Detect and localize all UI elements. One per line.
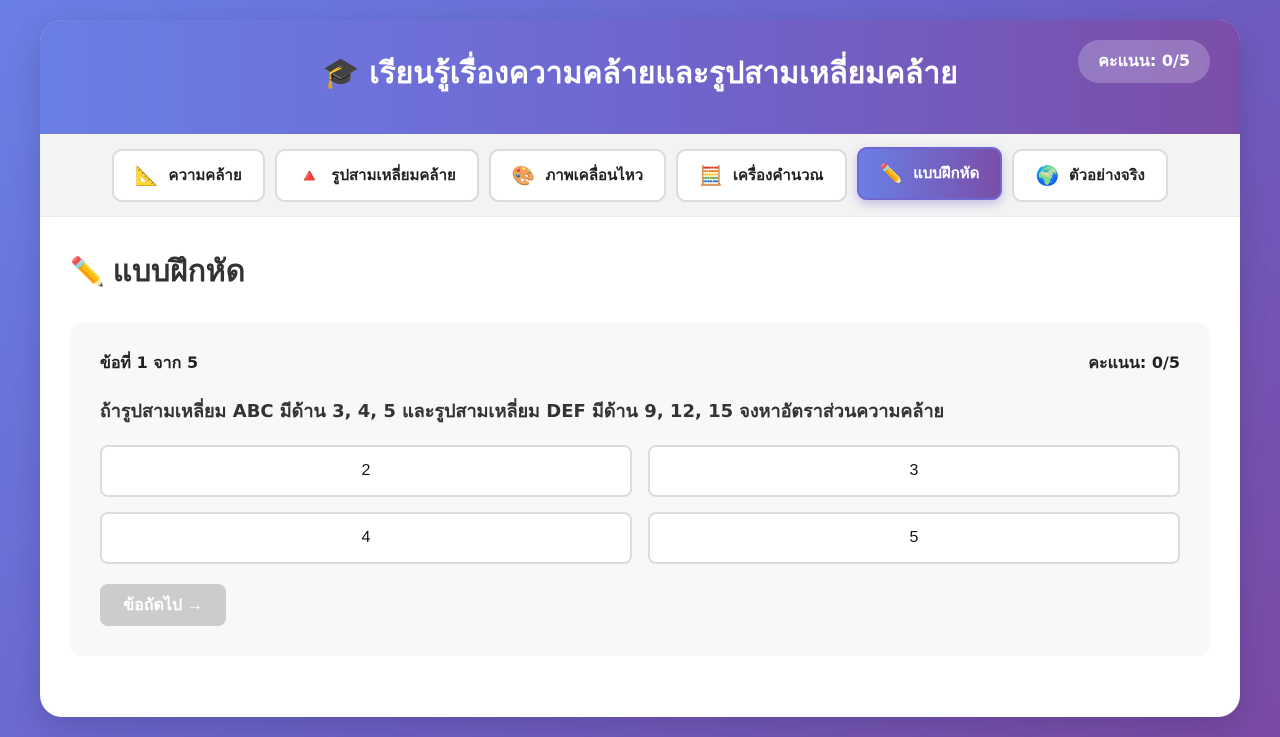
tab-real-examples[interactable]: 🌍 ตัวอย่างจริง (1012, 148, 1168, 202)
red-triangle-icon: 🔺 (297, 164, 322, 187)
tab-label: รูปสามเหลี่ยมคล้าย (331, 166, 456, 184)
quiz-score: คะแนน: 0/5 (1088, 353, 1180, 372)
section-heading: ✏️ แบบฝึกหัด (70, 249, 1210, 293)
tab-label: ภาพเคลื่อนไหว (545, 166, 644, 184)
tab-similar-triangles[interactable]: 🔺 รูปสามเหลี่ยมคล้าย (274, 148, 479, 202)
palette-icon: 🎨 (511, 164, 536, 187)
tab-exercises[interactable]: ✏️ แบบฝึกหัด (856, 146, 1003, 200)
next-question-button[interactable]: ข้อถัดไป → (100, 584, 226, 626)
abacus-icon: 🧮 (699, 164, 723, 187)
answer-option-3[interactable]: 4 (100, 512, 632, 564)
tab-calculator[interactable]: 🧮 เครื่องคำนวณ (676, 148, 847, 202)
score-badge: คะแนน: 0/5 (1078, 40, 1210, 83)
header: 🎓 เรียนรู้เรื่องความคล้ายและรูปสามเหลี่ย… (40, 20, 1240, 134)
app-window: 🎓 เรียนรู้เรื่องความคล้ายและรูปสามเหลี่ย… (40, 20, 1240, 717)
pencil-icon: ✏️ (879, 162, 904, 185)
graduation-cap-icon: 🎓 (322, 55, 360, 91)
tab-label: ตัวอย่างจริง (1069, 166, 1145, 184)
answer-option-1[interactable]: 2 (100, 445, 632, 497)
section-heading-text: แบบฝึกหัด (112, 253, 246, 289)
tab-similarity[interactable]: 📐 ความคล้าย (111, 148, 265, 202)
tab-label: แบบฝึกหัด (913, 164, 980, 182)
quiz-status-row: ข้อที่ 1 จาก 5 คะแนน: 0/5 (100, 351, 1180, 376)
main-content: ✏️ แบบฝึกหัด ข้อที่ 1 จาก 5 คะแนน: 0/5 ถ… (40, 217, 1240, 656)
quiz-card: ข้อที่ 1 จาก 5 คะแนน: 0/5 ถ้ารูปสามเหลี่… (70, 323, 1210, 656)
triangle-ruler-icon: 📐 (134, 164, 159, 187)
page-title: 🎓 เรียนรู้เรื่องความคล้ายและรูปสามเหลี่ย… (322, 50, 958, 97)
globe-icon: 🌍 (1035, 164, 1060, 187)
pencil-icon: ✏️ (70, 254, 105, 288)
tab-bar: 📐 ความคล้าย 🔺 รูปสามเหลี่ยมคล้าย 🎨 ภาพเค… (40, 134, 1240, 217)
answer-option-2[interactable]: 3 (648, 445, 1180, 497)
answer-option-4[interactable]: 5 (648, 512, 1180, 564)
question-text: ถ้ารูปสามเหลี่ยม ABC มีด้าน 3, 4, 5 และร… (100, 401, 945, 422)
page-title-text: เรียนรู้เรื่องความคล้ายและรูปสามเหลี่ยมค… (369, 55, 958, 91)
tab-animation[interactable]: 🎨 ภาพเคลื่อนไหว (488, 148, 667, 202)
tab-label: เครื่องคำนวณ (732, 166, 824, 184)
question-progress: ข้อที่ 1 จาก 5 (100, 353, 199, 372)
tab-label: ความคล้าย (168, 166, 242, 184)
answer-options: 2 3 4 5 (100, 445, 1180, 564)
